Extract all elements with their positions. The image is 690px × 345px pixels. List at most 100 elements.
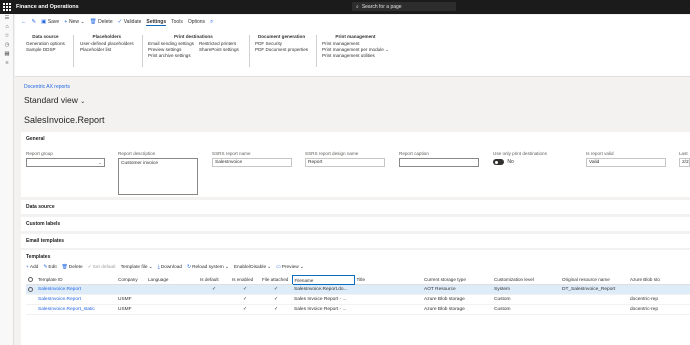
templates-header[interactable]: Templates bbox=[21, 250, 690, 260]
edit-button[interactable]: ✎ bbox=[32, 19, 37, 25]
is-default-check bbox=[198, 304, 230, 315]
favorites-icon[interactable]: ☆ bbox=[0, 32, 14, 41]
storage-type-cell: Azure Blob storage bbox=[422, 304, 492, 315]
radio-icon bbox=[28, 277, 33, 283]
tab-settings[interactable]: Settings bbox=[146, 19, 167, 26]
delete-button[interactable]: 🗑 Delete bbox=[90, 19, 113, 25]
placeholder-list-button[interactable]: Placeholder list bbox=[80, 47, 134, 53]
enable-disable-button[interactable]: Enable/Disable ⌄ bbox=[234, 264, 271, 270]
validate-button[interactable]: ✓ Validate bbox=[118, 19, 142, 25]
column-header-file-attached[interactable]: File attached bbox=[260, 275, 292, 285]
report-group-select[interactable]: ⌄ bbox=[26, 158, 105, 167]
language-cell bbox=[146, 304, 198, 315]
email-templates-fasttab[interactable]: Email templates bbox=[21, 234, 690, 248]
table-row[interactable]: SalesInvoice.Report_static USMF ✓ ✓ Sale… bbox=[26, 304, 690, 315]
report-caption-input[interactable] bbox=[399, 158, 479, 167]
pencil-icon: ✎ bbox=[43, 264, 48, 270]
breadcrumb[interactable]: Docentric AX reports bbox=[24, 84, 70, 90]
storage-type-cell: Azure Blob storage bbox=[422, 294, 492, 305]
divider bbox=[249, 35, 250, 67]
print-management-utilities-button[interactable]: Print management utilities bbox=[322, 53, 389, 59]
view-title: Standard view bbox=[24, 95, 78, 105]
templates-grid: Template ID Company Language Is default … bbox=[26, 275, 690, 315]
edit-button[interactable]: ✎ Edit bbox=[43, 264, 56, 270]
template-file-button[interactable]: Template file ⌄ bbox=[121, 264, 153, 270]
preview-button[interactable]: ▭ Preview ⌄ bbox=[276, 264, 304, 270]
pencil-icon: ✎ bbox=[31, 19, 37, 25]
group-document-generation: Document generation PDF Security PDF Doc… bbox=[255, 34, 308, 53]
column-header-customization-level[interactable]: Customization level bbox=[492, 275, 560, 285]
delete-button[interactable]: 🗑 Delete bbox=[62, 264, 83, 270]
tab-options[interactable]: Options bbox=[188, 19, 205, 25]
template-file-label: Template file bbox=[120, 264, 148, 270]
view-selector[interactable]: Standard view ⌄ bbox=[24, 95, 85, 105]
tab-tools[interactable]: Tools bbox=[171, 19, 183, 25]
report-valid-field: Is report valid Valid bbox=[586, 151, 666, 167]
row-select-radio[interactable] bbox=[26, 284, 36, 295]
column-header-title[interactable]: Title bbox=[354, 275, 422, 285]
action-search-button[interactable]: ⌕ bbox=[210, 19, 213, 26]
report-description-textarea[interactable]: Customer invoice bbox=[118, 158, 198, 195]
field-label: Use only print destinations bbox=[493, 151, 547, 156]
sharepoint-settings-button[interactable]: SharePoint settings bbox=[199, 47, 239, 53]
field-label: SSRS report design name bbox=[305, 151, 359, 156]
back-button[interactable]: ← bbox=[21, 19, 27, 25]
column-header-storage-type[interactable]: Current storage type bbox=[422, 275, 492, 285]
data-source-fasttab[interactable]: Data source bbox=[21, 200, 690, 214]
template-id-link[interactable]: SalesInvoice.Report bbox=[36, 284, 116, 295]
print-archive-settings-button[interactable]: Print archive settings bbox=[148, 53, 194, 59]
column-header-language[interactable]: Language bbox=[146, 275, 198, 285]
column-header-template-id[interactable]: Template ID bbox=[36, 275, 116, 285]
save-button[interactable]: ▣ Save bbox=[41, 19, 59, 25]
column-header-is-enabled[interactable]: Is enabled bbox=[230, 275, 260, 285]
check-icon: ✓ bbox=[117, 19, 123, 25]
delete-label: Delete bbox=[68, 264, 83, 270]
chevron-down-icon: ⌄ bbox=[98, 160, 102, 165]
is-enabled-check: ✓ bbox=[230, 284, 260, 295]
home-icon[interactable]: ⌂ bbox=[0, 23, 14, 32]
recent-icon[interactable]: ◷ bbox=[0, 41, 14, 50]
custom-labels-fasttab[interactable]: Custom labels bbox=[21, 217, 690, 231]
delete-label: Delete bbox=[98, 19, 113, 25]
select-all-radio[interactable] bbox=[26, 275, 36, 285]
column-header-azure-blob[interactable]: Azure Blob sto bbox=[628, 275, 690, 285]
set-default-button[interactable]: ✓ Set default bbox=[88, 264, 116, 270]
general-header[interactable]: General bbox=[21, 132, 690, 142]
file-attached-check: ✓ bbox=[260, 304, 292, 315]
pdf-document-properties-button[interactable]: PDF Document properties bbox=[255, 47, 308, 53]
radio-icon bbox=[28, 286, 33, 292]
table-row[interactable]: SalesInvoice.Report ✓ ✓ ✓ SalesInvoice.R… bbox=[26, 284, 690, 295]
templates-toolbar: + Add ✎ Edit 🗑 Delete ✓ Set default Template… bbox=[26, 264, 304, 271]
add-button[interactable]: + Add bbox=[26, 264, 38, 270]
reload-system-button[interactable]: ↻ Reload system ⌄ bbox=[187, 264, 229, 270]
action-bar: ← ✎ ▣ Save + New ⌄ 🗑 Delete ✓ Validate Settin… bbox=[15, 15, 690, 29]
row-select[interactable] bbox=[26, 304, 36, 315]
sample-ddsp-button[interactable]: Sample DDSP bbox=[26, 47, 65, 53]
download-button[interactable]: ⤓ Download bbox=[158, 264, 182, 271]
field-label: SSRS report name bbox=[212, 151, 251, 156]
list-icon[interactable]: ≡ bbox=[0, 59, 14, 68]
divider bbox=[316, 35, 317, 67]
original-resource-cell bbox=[560, 304, 628, 315]
search-icon: ⌕ bbox=[356, 3, 359, 10]
azure-blob-cell: docentric-rep bbox=[628, 294, 690, 305]
column-header-company[interactable]: Company bbox=[116, 275, 146, 285]
global-search[interactable]: ⌕ Search for a page bbox=[352, 2, 456, 11]
edit-label: Edit bbox=[48, 264, 57, 270]
template-id-link[interactable]: SalesInvoice.Report bbox=[36, 294, 116, 305]
workspaces-icon[interactable]: ▦ bbox=[0, 50, 14, 59]
field-label: Last bbox=[679, 151, 688, 156]
row-select[interactable] bbox=[26, 294, 36, 305]
column-header-filename[interactable]: Filename bbox=[291, 275, 355, 285]
hamburger-icon[interactable]: ☰ bbox=[0, 14, 14, 23]
column-header-is-default[interactable]: Is default bbox=[198, 275, 230, 285]
group-title: Placeholders bbox=[92, 34, 122, 39]
table-row[interactable]: SalesInvoice.Report USMF ✓ ✓ Sales Invoi… bbox=[26, 294, 690, 305]
app-launcher-icon[interactable] bbox=[0, 0, 14, 14]
filename-cell: Sales Invoice Report - ... bbox=[292, 294, 354, 305]
template-id-link[interactable]: SalesInvoice.Report_static bbox=[36, 304, 116, 315]
use-only-print-toggle[interactable] bbox=[493, 159, 504, 165]
column-header-original-resource[interactable]: Original resource name bbox=[560, 275, 628, 285]
new-button[interactable]: + New ⌄ bbox=[64, 19, 84, 25]
save-icon: ▣ bbox=[41, 19, 47, 25]
